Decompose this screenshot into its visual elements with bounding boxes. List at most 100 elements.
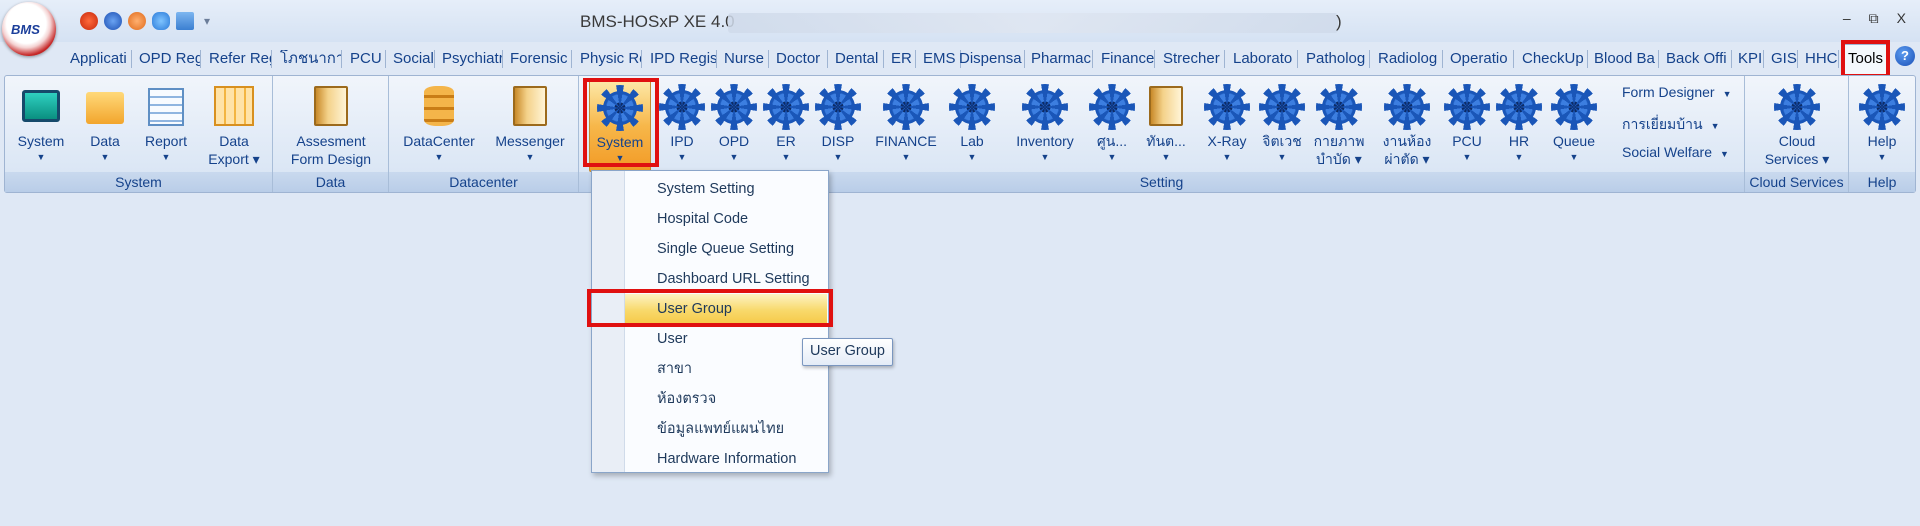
system-menu-button[interactable]: System ▼ bbox=[11, 80, 71, 172]
book-icon bbox=[513, 86, 547, 126]
tab-opd-registry[interactable]: OPD Reg bbox=[135, 50, 201, 68]
menu-item-dashboard-url-setting[interactable]: Dashboard URL Setting bbox=[625, 264, 827, 294]
tab-checkup[interactable]: CheckUp bbox=[1518, 50, 1588, 68]
gear-icon bbox=[1444, 84, 1490, 130]
menu-tab-bar: Applicati OPD Reg Refer Reg โภชนาการ PCU… bbox=[0, 42, 1920, 75]
home-visit-button[interactable]: การเยี่ยมบ้าน ▼ bbox=[1622, 114, 1720, 136]
gear-icon bbox=[597, 85, 643, 131]
tab-operation[interactable]: Operatio bbox=[1446, 50, 1514, 68]
tab-nurse[interactable]: Nurse bbox=[720, 50, 769, 68]
fish-icon[interactable] bbox=[152, 12, 170, 30]
tab-finance[interactable]: Finance bbox=[1097, 50, 1155, 68]
gear-icon bbox=[1496, 84, 1542, 130]
tab-dispensary[interactable]: Dispensa bbox=[955, 50, 1025, 68]
data-export-menu-button[interactable]: Data Export ▾ bbox=[199, 80, 269, 172]
app-logo[interactable]: BMS bbox=[2, 2, 56, 56]
help-menu-button[interactable]: Help ▼ bbox=[1857, 80, 1907, 172]
setting-finance-button[interactable]: FINANCE ▼ bbox=[871, 80, 941, 172]
menu-item-branch[interactable]: สาขา bbox=[625, 354, 827, 384]
tab-ipd-registry[interactable]: IPD Regis bbox=[646, 50, 717, 68]
cloud-services-button[interactable]: Cloud Services ▾ bbox=[1753, 80, 1841, 172]
messenger-menu-button[interactable]: Messenger ▼ bbox=[485, 80, 575, 172]
menu-item-system-setting[interactable]: System Setting bbox=[625, 174, 827, 204]
menu-item-user[interactable]: User bbox=[625, 324, 827, 354]
tab-blood-bank[interactable]: Blood Ba bbox=[1590, 50, 1659, 68]
tab-social[interactable]: Social bbox=[389, 50, 435, 68]
setting-system-button[interactable]: System ▼ bbox=[589, 80, 651, 172]
setting-hr-button[interactable]: HR ▼ bbox=[1496, 80, 1542, 172]
tab-nutrition[interactable]: โภชนาการ bbox=[276, 50, 342, 68]
tab-radiology[interactable]: Radiolog bbox=[1374, 50, 1443, 68]
setting-xray-button[interactable]: X-Ray ▼ bbox=[1199, 80, 1255, 172]
close-button[interactable]: X bbox=[1897, 10, 1906, 27]
tab-er[interactable]: ER bbox=[887, 50, 916, 68]
tab-kpi[interactable]: KPI bbox=[1734, 50, 1764, 68]
menu-item-single-queue-setting[interactable]: Single Queue Setting bbox=[625, 234, 827, 264]
setting-pcu-button[interactable]: PCU ▼ bbox=[1443, 80, 1491, 172]
setting-psychiatry-button[interactable]: จิตเวช ▼ bbox=[1259, 80, 1305, 172]
assessment-form-design-button[interactable]: Assesment Form Design bbox=[279, 80, 383, 172]
monitor-icon bbox=[22, 90, 60, 122]
tab-laboratory[interactable]: Laborato bbox=[1229, 50, 1298, 68]
gear-icon bbox=[763, 84, 809, 130]
social-welfare-button[interactable]: Social Welfare ▼ bbox=[1622, 144, 1729, 160]
user-icon[interactable] bbox=[128, 12, 146, 30]
group-label-datacenter: Datacenter bbox=[389, 172, 578, 192]
customize-toolbar-icon[interactable]: ▾ bbox=[204, 14, 210, 28]
tab-gis[interactable]: GIS bbox=[1767, 50, 1798, 68]
tab-doctor[interactable]: Doctor bbox=[772, 50, 828, 68]
tab-forensic[interactable]: Forensic bbox=[506, 50, 572, 68]
tab-physic-rehab[interactable]: Physic Re bbox=[576, 50, 642, 68]
setting-inventory-button[interactable]: Inventory ▼ bbox=[1007, 80, 1083, 172]
tab-back-office[interactable]: Back Offi bbox=[1662, 50, 1732, 68]
group-cloud-services: Cloud Services ▾ Cloud Services bbox=[1745, 76, 1849, 192]
help-icon[interactable]: ? bbox=[1895, 46, 1915, 66]
group-label-cloud-services: Cloud Services bbox=[1745, 172, 1848, 192]
tab-dental[interactable]: Dental bbox=[831, 50, 884, 68]
tab-pharmacy[interactable]: Pharmac bbox=[1027, 50, 1093, 68]
user-group-tooltip: User Group bbox=[802, 338, 893, 366]
book-icon bbox=[1149, 86, 1183, 126]
tab-hhc[interactable]: HHC bbox=[1801, 50, 1839, 68]
datacenter-menu-button[interactable]: DataCenter ▼ bbox=[395, 80, 483, 172]
restore-button[interactable]: ⧉ bbox=[1869, 10, 1879, 27]
menu-item-exam-room[interactable]: ห้องตรวจ bbox=[625, 384, 827, 414]
report-icon bbox=[148, 88, 184, 126]
setting-disp-button[interactable]: DISP ▼ bbox=[815, 80, 861, 172]
tab-applications[interactable]: Applicati bbox=[66, 50, 132, 68]
gear-icon bbox=[1551, 84, 1597, 130]
tab-refer-registry[interactable]: Refer Reg bbox=[205, 50, 272, 68]
data-menu-button[interactable]: Data ▼ bbox=[75, 80, 135, 172]
gear-icon bbox=[1774, 84, 1820, 130]
group-help: Help ▼ Help bbox=[1849, 76, 1915, 192]
setting-physiotherapy-button[interactable]: กายภาพ บำบัด ▾ bbox=[1309, 80, 1369, 172]
menu-item-thai-traditional-doctor[interactable]: ข้อมูลแพทย์แผนไทย bbox=[625, 414, 827, 444]
picture-icon[interactable] bbox=[176, 12, 194, 30]
setting-lab-button[interactable]: Lab ▼ bbox=[949, 80, 995, 172]
home-icon[interactable] bbox=[104, 12, 122, 30]
menu-item-hospital-code[interactable]: Hospital Code bbox=[625, 204, 827, 234]
minimize-button[interactable]: – bbox=[1843, 10, 1851, 27]
tab-psychiatry[interactable]: Psychiatr bbox=[438, 50, 503, 68]
gear-icon bbox=[949, 84, 995, 130]
redacted-title-area bbox=[728, 13, 1338, 33]
tab-pcu[interactable]: PCU bbox=[346, 50, 386, 68]
report-menu-button[interactable]: Report ▼ bbox=[133, 80, 199, 172]
setting-operating-room-button[interactable]: งานห้อง ผ่าตัด ▾ bbox=[1375, 80, 1439, 172]
stop-icon[interactable] bbox=[80, 12, 98, 30]
setting-er-button[interactable]: ER ▼ bbox=[763, 80, 809, 172]
window-title: BMS-HOSxP XE 4.0 bbox=[580, 12, 735, 31]
setting-queue-button[interactable]: Queue ▼ bbox=[1547, 80, 1601, 172]
tab-pathology[interactable]: Patholog bbox=[1302, 50, 1370, 68]
setting-center-button[interactable]: ศูน... ▼ bbox=[1087, 80, 1137, 172]
menu-item-user-group[interactable]: User Group bbox=[625, 294, 827, 324]
tab-strecher[interactable]: Strecher bbox=[1159, 50, 1225, 68]
setting-ipd-button[interactable]: IPD ▼ bbox=[659, 80, 705, 172]
setting-dental-button[interactable]: ทันต... ▼ bbox=[1141, 80, 1191, 172]
group-label-help: Help bbox=[1849, 172, 1915, 192]
group-data: Assesment Form Design Data bbox=[273, 76, 389, 192]
setting-opd-button[interactable]: OPD ▼ bbox=[711, 80, 757, 172]
tab-tools[interactable]: Tools bbox=[1843, 44, 1888, 75]
form-designer-button[interactable]: Form Designer ▼ bbox=[1622, 84, 1732, 100]
menu-item-hardware-information[interactable]: Hardware Information bbox=[625, 444, 827, 474]
